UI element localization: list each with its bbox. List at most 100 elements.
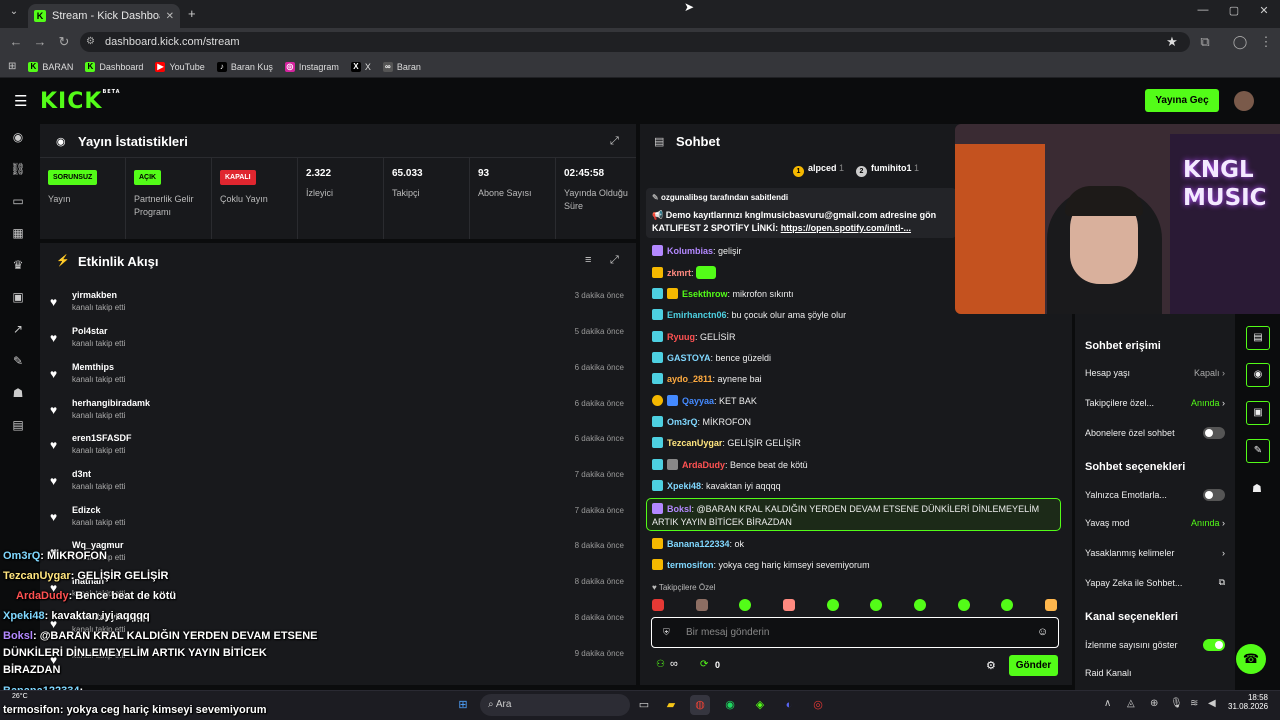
feed-username[interactable]: kavaktanyiaqqqq (72, 608, 636, 622)
bookmark-x[interactable]: XX (350, 61, 371, 72)
emote-icon[interactable] (913, 599, 926, 611)
emote-icon[interactable] (870, 599, 883, 611)
network-icon[interactable]: ⊕ (1150, 698, 1158, 709)
avatar[interactable] (1234, 91, 1254, 111)
bookmark-star-icon[interactable]: ★ (1164, 34, 1180, 50)
go-live-button[interactable]: Yayına Geç (1145, 89, 1219, 112)
setting-raid-channel[interactable]: Raid Kanalı (1085, 668, 1225, 678)
analytics-icon[interactable]: ↗ (10, 322, 26, 338)
chat-username[interactable]: aydo_2811 (667, 374, 713, 384)
mic-icon[interactable]: 🎙 (1170, 698, 1183, 709)
filter-icon[interactable]: ≡ (585, 254, 591, 266)
obs-icon[interactable]: ◎ (808, 695, 828, 715)
hamburger-menu-icon[interactable]: ☰ (14, 92, 27, 110)
top-gifter[interactable]: 2 fumihito1 1 (856, 163, 919, 177)
weather-widget[interactable]: 26°C (12, 693, 28, 700)
wifi-icon[interactable]: ≋ (1190, 698, 1198, 709)
trophy-icon[interactable]: ♛ (10, 258, 26, 274)
chat-popout-icon[interactable]: ▤ (1246, 326, 1270, 350)
minimize-icon[interactable]: — (1193, 4, 1213, 22)
chat-username[interactable]: zkmrt (667, 268, 691, 278)
chat-username[interactable]: Emirhanctn06 (667, 310, 727, 320)
setting-followers-only[interactable]: Takipçilere özel... Anında › (1085, 398, 1225, 408)
setting-show-viewcount[interactable]: İzlenme sayısını göster (1085, 639, 1225, 651)
browser-menu-icon[interactable]: ⋮ (1258, 34, 1274, 50)
emoji-icon[interactable]: ☺ (1037, 626, 1048, 638)
subs-only-toggle[interactable] (1203, 427, 1225, 439)
toolbox-icon[interactable]: ▤ (10, 418, 26, 434)
setting-banned-words[interactable]: Yasaklanmış kelimeler › (1085, 548, 1225, 558)
shield-icon[interactable]: ⛨ (663, 627, 670, 638)
browser-tab[interactable]: K Stream - Kick Dashboard ✕ (28, 4, 180, 28)
setting-ai-chat[interactable]: Yapay Zeka ile Sohbet... ⧉ (1085, 577, 1225, 588)
site-info-icon[interactable]: ⚙ (86, 36, 95, 47)
spotify-icon[interactable]: ◉ (720, 695, 740, 715)
window-icon[interactable]: ▭ (10, 194, 26, 210)
settings-gear-icon[interactable]: ⚙ (986, 659, 996, 672)
feed-username[interactable]: Edizck (72, 501, 636, 515)
bookmark-youtube[interactable]: ▶ YouTube (155, 61, 205, 72)
tab-list-icon[interactable]: ⌄ (6, 6, 22, 22)
kick-app-icon[interactable]: ◈ (750, 695, 770, 715)
setting-account-age[interactable]: Hesap yaşı Kapalı › (1085, 368, 1225, 378)
bookmark-instagram[interactable]: ◎ Instagram (284, 61, 339, 72)
apps-grid-icon[interactable]: ⊞ (8, 61, 16, 72)
chat-username[interactable]: Xpeki48 (667, 481, 701, 491)
wrench-icon[interactable]: ✎ (1246, 439, 1270, 463)
bookmark-baran[interactable]: K BARAN (28, 61, 73, 72)
emote-icon[interactable] (1001, 599, 1014, 611)
maximize-icon[interactable]: ▢ (1224, 4, 1244, 22)
extensions-icon[interactable]: ⧉ (1197, 34, 1213, 50)
tray-chevron-icon[interactable]: ∧ (1104, 698, 1111, 709)
feed-username[interactable]: herhangibiradamk (72, 394, 636, 408)
feed-username[interactable]: Pol4star (72, 322, 636, 336)
task-view-icon[interactable]: ▭ (634, 695, 654, 715)
pinned-link[interactable]: https://open.spotify.com/intl-... (781, 223, 911, 233)
chat-username[interactable]: Esekthrow (682, 289, 728, 299)
emote-icon[interactable] (1044, 599, 1057, 611)
chat-username[interactable]: Boksl (667, 504, 692, 514)
stream-icon[interactable]: ◉ (10, 130, 26, 146)
setting-emote-only[interactable]: Yalnızca Emotlarla... (1085, 489, 1225, 501)
forward-icon[interactable]: → (32, 34, 48, 50)
bookmark-baran-link[interactable]: ∞ Baran (382, 61, 421, 72)
profile-icon[interactable]: ◯ (1232, 34, 1248, 50)
users-icon[interactable]: ☗ (10, 386, 26, 402)
link-icon[interactable]: ⛓ (10, 162, 26, 178)
feed-username[interactable]: eren1SFASDF (72, 429, 636, 443)
bookmark-dashboard[interactable]: K Dashboard (85, 61, 143, 72)
emote-icon[interactable] (957, 599, 970, 611)
emote-icon[interactable] (826, 599, 839, 611)
emote-only-toggle[interactable] (1203, 489, 1225, 501)
chat-username[interactable]: ArdaDudy (682, 460, 725, 470)
close-window-icon[interactable]: ✕ (1254, 4, 1274, 22)
new-tab-icon[interactable]: + (188, 6, 196, 21)
chat-username[interactable]: Kolumbias (667, 246, 713, 256)
feed-username[interactable]: d3nt (72, 465, 636, 479)
expand-icon[interactable]: ⤢ (610, 254, 619, 267)
feed-username[interactable]: Memthips (72, 358, 636, 372)
chat-username[interactable]: GASTOYA (667, 353, 711, 363)
emote-icon[interactable] (652, 599, 664, 611)
windows-start-icon[interactable]: ⊞ (453, 695, 473, 715)
wrench-icon[interactable]: ✎ (10, 354, 26, 370)
users-icon[interactable]: ☗ (1252, 482, 1262, 495)
tray-app-icon[interactable]: ◬ (1127, 698, 1135, 709)
back-icon[interactable]: ← (8, 34, 24, 50)
stream-preview-icon[interactable]: ◉ (1246, 363, 1270, 387)
chat-username[interactable]: Qayyaa (682, 396, 714, 406)
chat-username[interactable]: Banana122334 (667, 539, 730, 549)
chat-username[interactable]: termosifon (667, 560, 714, 570)
setting-subs-only[interactable]: Abonelere özel sohbet (1085, 427, 1225, 439)
bookmark-tiktok[interactable]: ♪ Baran Kuş (216, 61, 273, 72)
layout-icon[interactable]: ▣ (1246, 401, 1270, 425)
emote-icon[interactable] (739, 599, 752, 611)
setting-slow-mode[interactable]: Yavaş mod Anında › (1085, 518, 1225, 528)
file-explorer-icon[interactable]: ▰ (661, 695, 681, 715)
chat-username[interactable]: Om3rQ (667, 417, 698, 427)
discord-icon[interactable]: ◐ (779, 695, 799, 715)
feed-username[interactable]: yirmakben (72, 286, 636, 300)
clock[interactable]: 18:58 31.08.2026 (1228, 693, 1268, 711)
chat-username[interactable]: Ryuug (667, 332, 695, 342)
volume-icon[interactable]: ◀ (1208, 698, 1216, 709)
